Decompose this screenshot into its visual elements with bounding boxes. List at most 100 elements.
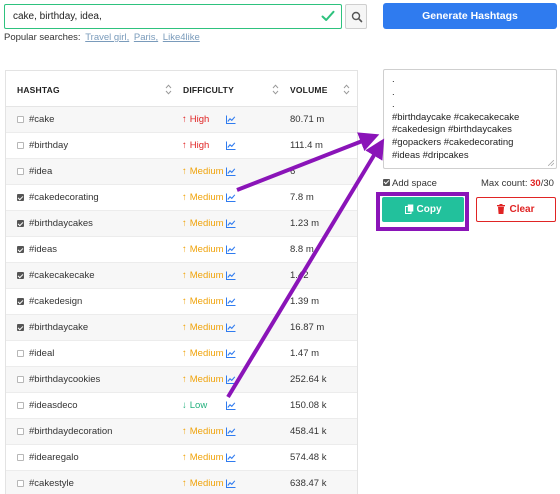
hashtag-cell: #birthdaycookies xyxy=(29,374,101,385)
table-row[interactable]: #birthdaycookies ↑ Medium 252.64 k xyxy=(6,367,357,393)
line-chart-icon[interactable] xyxy=(226,401,236,410)
output-line: #cakedesign #birthdaycakes xyxy=(392,124,512,136)
line-chart-icon[interactable] xyxy=(226,245,236,254)
difficulty-arrow-icon: ↑ xyxy=(182,270,187,281)
popular-searches: Popular searches: Travel girl, Paris, Li… xyxy=(4,32,200,43)
difficulty-arrow-icon: ↑ xyxy=(182,374,187,385)
difficulty-arrow-icon: ↑ xyxy=(182,322,187,333)
row-checkbox[interactable] xyxy=(17,142,24,149)
table-row[interactable]: #birthdaycake ↑ Medium 16.87 m xyxy=(6,315,357,341)
line-chart-icon[interactable] xyxy=(226,427,236,436)
row-checkbox[interactable] xyxy=(17,324,24,331)
search-box[interactable] xyxy=(4,4,342,29)
row-checkbox[interactable] xyxy=(17,376,24,383)
line-chart-icon[interactable] xyxy=(226,349,236,358)
line-chart-icon[interactable] xyxy=(226,453,236,462)
difficulty-label: Medium xyxy=(189,452,224,463)
volume-cell: 1.23 m xyxy=(290,218,320,229)
popular-search-link[interactable]: Paris, xyxy=(134,32,158,43)
row-checkbox[interactable] xyxy=(17,246,24,253)
line-chart-icon[interactable] xyxy=(226,271,236,280)
table-row[interactable]: #cakedesign ↑ Medium 1.39 m xyxy=(6,289,357,315)
generate-hashtags-button[interactable]: Generate Hashtags xyxy=(383,3,557,29)
add-space-toggle[interactable]: Add space xyxy=(383,178,437,189)
line-chart-icon[interactable] xyxy=(226,193,236,202)
magnifier-icon xyxy=(351,11,363,23)
row-checkbox[interactable] xyxy=(17,298,24,305)
popular-search-link[interactable]: Travel girl, xyxy=(85,32,129,43)
hashtag-cell: #birthdaydecoration xyxy=(29,426,113,437)
line-chart-icon[interactable] xyxy=(226,479,236,488)
hashtag-cell: #cakecakecake xyxy=(29,270,95,281)
row-checkbox[interactable] xyxy=(17,350,24,357)
table-row[interactable]: #ideasdeco ↓ Low 150.08 k xyxy=(6,393,357,419)
max-count-current: 30 xyxy=(530,178,541,189)
table-row[interactable]: #cake ↑ High 80.71 m xyxy=(6,107,357,133)
line-chart-icon[interactable] xyxy=(226,219,236,228)
sort-arrows-icon[interactable] xyxy=(272,84,279,95)
difficulty-arrow-icon: ↑ xyxy=(182,140,187,151)
table-row[interactable]: #cakedecorating ↑ Medium 7.8 m xyxy=(6,185,357,211)
difficulty-label: Medium xyxy=(189,478,224,489)
difficulty-cell: ↑ Medium xyxy=(182,374,224,385)
table-row[interactable]: #cakecakecake ↑ Medium 1.42 xyxy=(6,263,357,289)
search-input[interactable] xyxy=(5,5,315,28)
table-row[interactable]: #ideal ↑ Medium 1.47 m xyxy=(6,341,357,367)
volume-cell: 6 xyxy=(290,166,296,177)
volume-cell: 458.41 k xyxy=(290,426,327,437)
hashtag-cell: #birthdaycakes xyxy=(29,218,93,229)
difficulty-arrow-icon: ↑ xyxy=(182,296,187,307)
line-chart-icon[interactable] xyxy=(226,297,236,306)
table-row[interactable]: #idea ↑ Medium 6 xyxy=(6,159,357,185)
sort-arrows-icon[interactable] xyxy=(343,84,350,95)
copy-button[interactable]: Copy xyxy=(382,197,464,222)
table-row[interactable]: #cakestyle ↑ Medium 638.47 k xyxy=(6,471,357,494)
row-checkbox[interactable] xyxy=(17,220,24,227)
copy-icon xyxy=(404,204,413,214)
popular-search-link[interactable]: Like4like xyxy=(163,32,200,43)
line-chart-icon[interactable] xyxy=(226,375,236,384)
row-checkbox[interactable] xyxy=(17,454,24,461)
hashtag-cell: #idea xyxy=(29,166,53,177)
row-checkbox[interactable] xyxy=(17,428,24,435)
difficulty-cell: ↑ Medium xyxy=(182,478,224,489)
difficulty-label: Medium xyxy=(189,322,224,333)
table-row[interactable]: #birthdaycakes ↑ Medium 1.23 m xyxy=(6,211,357,237)
clear-button[interactable]: Clear xyxy=(476,197,556,222)
difficulty-arrow-icon: ↑ xyxy=(182,218,187,229)
resize-handle-icon[interactable] xyxy=(548,160,554,166)
table-row[interactable]: #idearegalo ↑ Medium 574.48 k xyxy=(6,445,357,471)
difficulty-arrow-icon: ↑ xyxy=(182,166,187,177)
difficulty-label: Medium xyxy=(189,270,224,281)
line-chart-icon[interactable] xyxy=(226,115,236,124)
row-checkbox[interactable] xyxy=(17,194,24,201)
row-checkbox[interactable] xyxy=(17,402,24,409)
row-checkbox[interactable] xyxy=(17,168,24,175)
line-chart-icon[interactable] xyxy=(226,323,236,332)
add-space-checkbox[interactable] xyxy=(383,179,390,186)
table-row[interactable]: #ideas ↑ Medium 8.8 m xyxy=(6,237,357,263)
hashtag-cell: #cake xyxy=(29,114,55,125)
clear-button-label: Clear xyxy=(509,204,535,215)
line-chart-icon[interactable] xyxy=(226,167,236,176)
line-chart-icon[interactable] xyxy=(226,141,236,150)
difficulty-label: Medium xyxy=(189,192,224,203)
column-header-difficulty[interactable]: DIFFICULTY xyxy=(183,85,234,95)
hashtag-output-textarea[interactable]: . . . #birthdaycake #cakecakecake #caked… xyxy=(383,69,557,169)
row-checkbox[interactable] xyxy=(17,480,24,487)
difficulty-cell: ↑ Medium xyxy=(182,296,224,307)
output-line: . xyxy=(392,86,395,98)
row-checkbox[interactable] xyxy=(17,272,24,279)
difficulty-label: Medium xyxy=(189,348,224,359)
search-button[interactable] xyxy=(345,4,367,29)
sort-arrows-icon[interactable] xyxy=(165,84,172,95)
difficulty-label: Medium xyxy=(189,244,224,255)
difficulty-cell: ↑ Medium xyxy=(182,244,224,255)
column-header-hashtag[interactable]: HASHTAG xyxy=(17,85,60,95)
column-header-volume[interactable]: VOLUME xyxy=(290,85,328,95)
table-row[interactable]: #birthdaydecoration ↑ Medium 458.41 k xyxy=(6,419,357,445)
hashtag-cell: #cakedesign xyxy=(29,296,83,307)
row-checkbox[interactable] xyxy=(17,116,24,123)
table-row[interactable]: #birthday ↑ High 111.4 m xyxy=(6,133,357,159)
volume-cell: 80.71 m xyxy=(290,114,325,125)
